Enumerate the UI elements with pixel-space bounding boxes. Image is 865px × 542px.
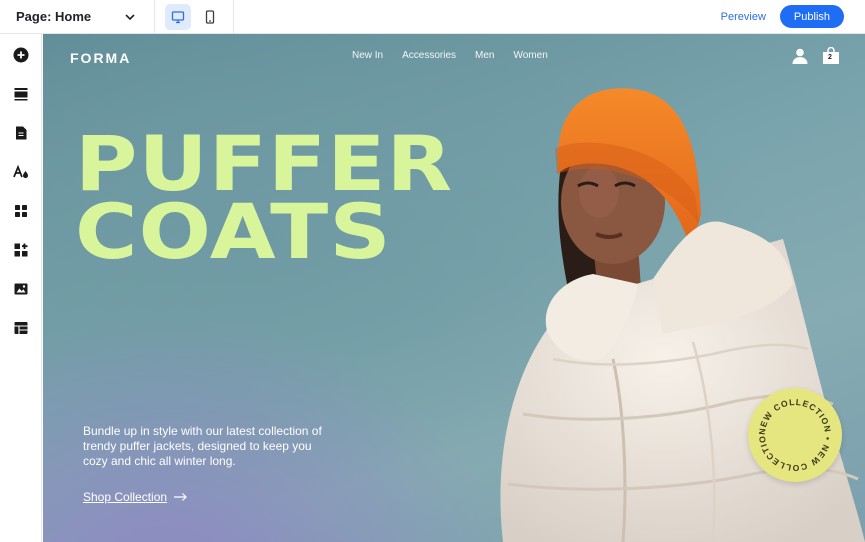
plugins-icon	[14, 243, 28, 257]
editor-top-bar: Page: Home Pereview Publish	[0, 0, 865, 34]
add-icon	[13, 47, 29, 63]
mobile-icon	[205, 9, 215, 24]
preview-link[interactable]: Pereview	[721, 11, 766, 23]
media-button[interactable]	[11, 279, 31, 299]
sections-icon	[14, 88, 28, 101]
nav-women[interactable]: Women	[513, 50, 547, 61]
device-switcher	[155, 0, 234, 34]
cart-button[interactable]: 2	[822, 47, 840, 65]
hero-description: Bundle up in style with our latest colle…	[83, 424, 322, 468]
hero-title-line-2: COATS	[75, 187, 392, 276]
apps-button[interactable]	[11, 201, 31, 221]
desktop-icon	[171, 10, 185, 23]
hero-title: PUFFER COATS	[75, 126, 453, 276]
desktop-view-button[interactable]	[165, 3, 191, 30]
sections-button[interactable]	[11, 84, 31, 104]
site-nav: New In Accessories Men Women	[352, 50, 548, 61]
user-icon[interactable]	[791, 47, 809, 65]
pages-icon	[16, 126, 27, 140]
nav-accessories[interactable]: Accessories	[402, 50, 456, 61]
new-collection-badge[interactable]: NEW COLLECTION • NEW COLLECTION •	[744, 380, 842, 482]
nav-men[interactable]: Men	[475, 50, 494, 61]
plugins-button[interactable]	[11, 240, 31, 260]
page-selector[interactable]: Page: Home	[0, 0, 155, 34]
site-logo[interactable]: FORMA	[70, 50, 131, 66]
apps-icon	[15, 205, 27, 217]
badge-ring: NEW COLLECTION • NEW COLLECTION •	[744, 380, 833, 473]
chevron-down-icon	[125, 13, 135, 20]
page-selector-label: Page: Home	[16, 9, 92, 24]
nav-new-in[interactable]: New In	[352, 50, 383, 61]
editor-sidebar	[0, 34, 42, 542]
badge-text: NEW COLLECTION • NEW COLLECTION •	[744, 380, 832, 473]
add-elements-button[interactable]	[11, 45, 31, 65]
theme-button[interactable]	[11, 162, 31, 182]
cart-count: 2	[828, 54, 832, 61]
cms-button[interactable]	[11, 318, 31, 338]
theme-icon	[13, 164, 28, 179]
site-canvas[interactable]: FORMA New In Accessories Men Women 2 PUF…	[43, 34, 865, 542]
media-icon	[14, 283, 28, 295]
pages-button[interactable]	[11, 123, 31, 143]
svg-text:NEW COLLECTION • NEW COLLECTIO: NEW COLLECTION • NEW COLLECTION •	[748, 388, 833, 473]
site-header-icons: 2	[791, 47, 840, 65]
shop-collection-label: Shop Collection	[83, 490, 168, 504]
publish-button[interactable]: Publish	[779, 5, 844, 28]
arrow-right-icon	[174, 493, 187, 501]
cms-icon	[14, 322, 28, 334]
mobile-view-button[interactable]	[197, 4, 223, 30]
shop-collection-link[interactable]: Shop Collection	[83, 490, 188, 504]
